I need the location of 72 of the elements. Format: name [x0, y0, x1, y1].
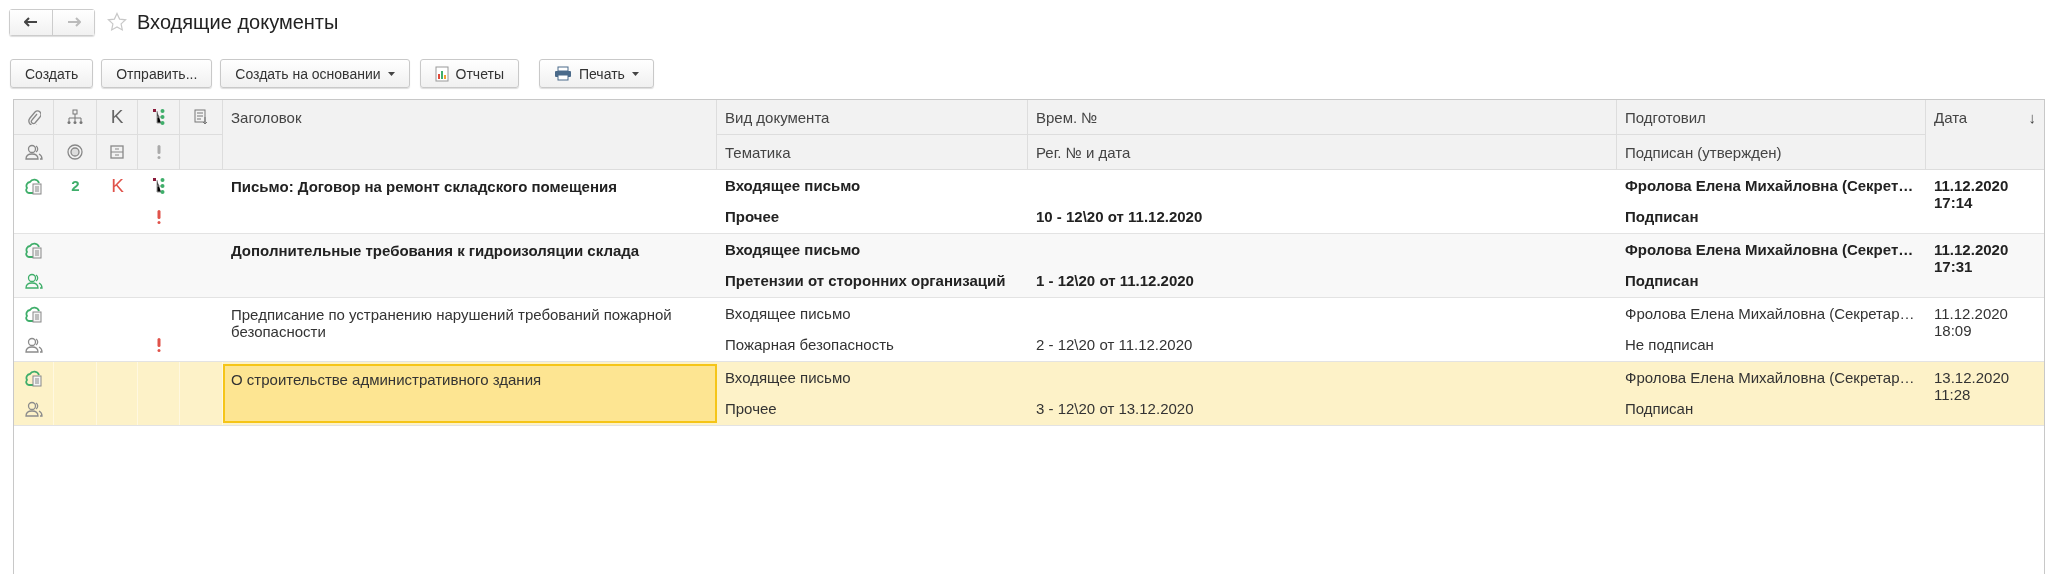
table-row[interactable]: О строительстве административного здания Входящее письмо Прочее 3 - 12\20 от 13.12.2020 Фролова Елена Михайловна (Секретар… Подписан 13.12.2020 11:28 — [14, 362, 2044, 426]
forward-arrow-icon — [66, 17, 81, 27]
incoming-document-icon — [24, 368, 43, 387]
table-cell: Подписан — [1625, 208, 1699, 225]
table-cell-text: 11.12.2020 — [1934, 177, 2010, 194]
table-cell: О строительстве административного здания — [223, 364, 717, 423]
table-cell-text: 13.12.2020 — [1934, 369, 2011, 386]
table-cell: Входящее письмо — [725, 305, 851, 322]
table-cell: Подписан — [1625, 272, 1699, 289]
table-cell: 10 - 12\20 от 11.12.2020 — [1036, 208, 1203, 225]
toolbar-button[interactable]: Отправить... — [101, 59, 213, 88]
table-cell: 3 - 12\20 от 13.12.2020 — [1036, 400, 1194, 417]
column-header[interactable]: Дата — [1934, 108, 1968, 126]
back-button[interactable] — [10, 9, 52, 35]
table-cell-text: 11:28 — [1934, 386, 1972, 403]
table-cell: Прочее — [725, 400, 777, 417]
table-cell: Входящее письмо — [725, 369, 851, 386]
back-arrow-icon — [24, 17, 38, 27]
table-cell: Фролова Елена Михайловна (Секретар… — [1625, 305, 1915, 322]
star-icon[interactable] — [107, 12, 127, 32]
table-cell: Фролова Елена Михайловна (Секрет… — [1625, 241, 1914, 258]
column-header[interactable]: Заголовок — [231, 108, 302, 126]
column-header[interactable]: Тематика — [725, 143, 791, 161]
table-cell: 1 - 12\20 от 11.12.2020 — [1036, 272, 1194, 289]
column-header[interactable]: Вид документа — [725, 108, 830, 126]
window-title: Входящие документы — [137, 10, 339, 34]
drawer-icon[interactable] — [110, 145, 124, 159]
table-cell-text: 18:09 — [1934, 322, 1973, 339]
column-header[interactable]: K — [110, 106, 124, 128]
column-header[interactable]: Врем. № — [1036, 108, 1098, 126]
table-row[interactable]: Дополнительные требования к гидроизоляции склада Входящее письмо Претензии от сторонних организаций 1 - 12\20 от 11.12.2020 Фролова Елена Михайловна (Секрет… Подписан 11.12.2020 17:31 — [14, 234, 2044, 298]
table-cell: Подписан — [1625, 400, 1694, 417]
table-cell: Фролова Елена Михайловна (Секрет… — [1625, 177, 1914, 194]
table-cell-text: Предписание по устранению нарушений требований пожарной безопасности — [230, 305, 673, 342]
tree-icon[interactable] — [152, 109, 165, 125]
table-cell: Прочее — [725, 208, 780, 225]
table-cell-text: 17:31 — [1934, 258, 1974, 275]
toolbar-button[interactable]: Отчеты — [419, 59, 519, 88]
exclamation-icon[interactable] — [156, 145, 161, 159]
incoming-document-icon — [25, 240, 43, 259]
caret-icon — [387, 71, 395, 76]
toolbar-button[interactable]: Создать на основании — [220, 59, 410, 88]
sort-arrow[interactable]: ↓ — [2028, 108, 2036, 126]
people-icon[interactable] — [24, 144, 43, 160]
printer-icon — [553, 66, 572, 81]
table-cell: 2 - 12\20 от 11.12.2020 — [1036, 336, 1193, 353]
table-cell-text: 11.12.2020 — [1934, 241, 2010, 258]
table-cell: Претензии от сторонних организаций — [725, 272, 1006, 289]
disc-icon[interactable] — [67, 144, 83, 160]
toolbar-button[interactable]: Печать — [538, 59, 654, 88]
report-icon — [434, 65, 449, 82]
table-cell: Фролова Елена Михайловна (Секретар… — [1625, 369, 1915, 386]
toolbar-button[interactable]: Создать — [10, 59, 94, 88]
document-sort-icon[interactable] — [193, 109, 209, 125]
table-cell: Входящее письмо — [725, 177, 861, 194]
table-cell-text: Дополнительные требования к гидроизоляции склада — [230, 241, 641, 261]
table-cell: Пожарная безопасность — [725, 336, 894, 353]
incoming-document-icon — [25, 176, 43, 195]
table-cell: Не подписан — [1625, 336, 1714, 353]
incoming-document-icon — [25, 304, 43, 323]
column-header[interactable]: Рег. № и дата — [1036, 143, 1131, 161]
caret-icon — [631, 71, 639, 76]
table-cell-text: 11.12.2020 — [1934, 305, 2009, 322]
column-header[interactable]: Подготовил — [1625, 108, 1706, 126]
control-mark: K — [111, 174, 124, 197]
table-cell-text: Письмо: Договор на ремонт складского помещения — [230, 177, 618, 197]
paperclip-icon[interactable] — [26, 109, 41, 125]
hierarchy-icon[interactable] — [67, 109, 83, 125]
table-cell-text: 17:14 — [1934, 194, 1974, 211]
column-header[interactable]: Подписан (утвержден) — [1625, 143, 1782, 161]
count-label: 2 — [71, 177, 80, 194]
table-cell: Входящее письмо — [725, 241, 861, 258]
